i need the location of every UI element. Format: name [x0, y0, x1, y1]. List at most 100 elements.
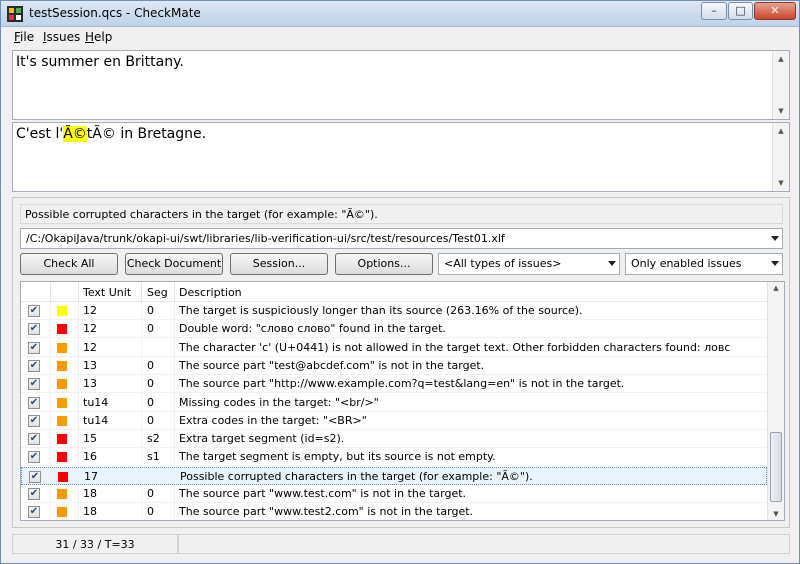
- menu-help-label: elp: [94, 30, 113, 44]
- table-row[interactable]: ✔ 17 Possible corrupted characters in the …: [21, 466, 767, 485]
- table-row[interactable]: ✔ 18 0 The source part "www.test.com" is no…: [21, 485, 767, 503]
- description-cell: The source part "www.test.com" is not in…: [179, 487, 467, 500]
- row-checkbox[interactable]: ✔: [28, 341, 40, 354]
- table-row[interactable]: ✔ 12 0 Double word: "слово слово" found in …: [21, 320, 767, 339]
- scroll-up-icon[interactable]: ▲: [773, 52, 789, 66]
- text-unit-cell: 18: [83, 487, 97, 500]
- severity-orange-icon: [57, 397, 67, 408]
- options-button[interactable]: Options...: [335, 253, 433, 275]
- text-unit-cell: 12: [83, 340, 97, 354]
- target-text-highlight: Ã©: [63, 126, 87, 142]
- table-row[interactable]: ✔ 13 0 The source part "http://www.example.…: [21, 375, 767, 394]
- checkmate-window: testSession.qcs - CheckMate – □ ✕ File I…: [0, 0, 800, 564]
- issue-type-filter[interactable]: <All types of issues>: [438, 253, 620, 275]
- row-checkbox[interactable]: ✔: [28, 488, 40, 500]
- table-header: Text Unit Seg Description: [21, 282, 767, 302]
- description-cell: Double word: "слово слово" found in the …: [179, 322, 446, 336]
- close-button[interactable]: ✕: [754, 2, 796, 20]
- description-cell: Possible corrupted characters in the tar…: [180, 469, 533, 483]
- description-cell: The source part "http://www.example.com?…: [179, 377, 625, 391]
- severity-red-icon: [57, 452, 67, 463]
- target-text-after: tÃ© in Bretagne.: [86, 126, 207, 142]
- row-checkbox[interactable]: ✔: [28, 305, 40, 317]
- row-checkbox[interactable]: ✔: [28, 359, 40, 372]
- source-text-box[interactable]: It's summer en Brittany. ▲ ▼: [12, 50, 790, 120]
- chevron-down-icon: [771, 261, 779, 266]
- row-checkbox[interactable]: ✔: [28, 396, 40, 409]
- text-unit-cell: 15: [83, 432, 97, 446]
- row-checkbox[interactable]: ✔: [28, 323, 40, 336]
- table-row[interactable]: ✔ 18 0 The source part "www.test2.com" is n…: [21, 503, 767, 520]
- table-row[interactable]: ✔ 12 The character 'с' (U+0441) is not all…: [21, 339, 767, 357]
- scroll-thumb[interactable]: [770, 432, 782, 502]
- text-unit-cell: 12: [83, 304, 97, 317]
- description-cell: Missing codes in the target: "<br/>": [179, 395, 379, 409]
- table-row[interactable]: ✔ 16 s1 The target segment is empty, but it…: [21, 448, 767, 467]
- column-seg[interactable]: Seg: [147, 286, 168, 299]
- menu-file-label: ile: [20, 30, 35, 44]
- severity-red-icon: [57, 324, 67, 335]
- scroll-up-icon[interactable]: ▲: [768, 284, 784, 292]
- document-path: /C:/OkapiJava/trunk/okapi-ui/swt/librari…: [26, 232, 505, 245]
- source-scrollbar[interactable]: ▲ ▼: [772, 51, 789, 119]
- scroll-up-icon[interactable]: ▲: [773, 124, 789, 138]
- table-scrollbar[interactable]: ▲ ▼: [767, 282, 784, 520]
- severity-orange-icon: [57, 507, 67, 518]
- seg-cell: 0: [147, 395, 154, 409]
- seg-cell: 0: [147, 358, 154, 372]
- window-title: testSession.qcs - CheckMate: [29, 6, 201, 20]
- issue-count: 31 / 33 / T=33: [12, 534, 178, 554]
- target-text-box[interactable]: C'est l'Ã©tÃ© in Bretagne. ▲ ▼: [12, 122, 790, 192]
- text-unit-cell: tu14: [83, 413, 109, 427]
- source-text: It's summer en Brittany.: [16, 54, 184, 70]
- seg-cell: 0: [147, 377, 154, 391]
- description-cell: The character 'с' (U+0441) is not allowe…: [179, 340, 731, 354]
- text-unit-cell: 18: [83, 505, 97, 519]
- check-all-button[interactable]: Check All: [20, 253, 118, 275]
- scroll-down-icon[interactable]: ▼: [773, 104, 789, 118]
- table-row[interactable]: ✔ 12 0 The target is suspiciously longer th…: [21, 302, 767, 320]
- maximize-button[interactable]: □: [728, 2, 753, 20]
- status-bar: 31 / 33 / T=33: [12, 534, 790, 554]
- row-checkbox[interactable]: ✔: [29, 470, 41, 483]
- row-checkbox[interactable]: ✔: [28, 378, 40, 391]
- table-row[interactable]: ✔ tu14 0 Extra codes in the target: "<BR>": [21, 412, 767, 430]
- scroll-down-icon[interactable]: ▼: [768, 510, 784, 518]
- title-bar[interactable]: testSession.qcs - CheckMate – □ ✕: [1, 1, 799, 27]
- table-row[interactable]: ✔ tu14 0 Missing codes in the target: "<br/…: [21, 394, 767, 412]
- description-cell: The source part "test@abcdef.com" is not…: [179, 358, 485, 372]
- text-unit-cell: 12: [83, 322, 97, 336]
- status-cell-empty: [178, 534, 790, 554]
- column-text-unit[interactable]: Text Unit: [83, 286, 131, 299]
- document-select[interactable]: /C:/OkapiJava/trunk/okapi-ui/swt/librari…: [20, 228, 783, 249]
- seg-cell: 0: [147, 322, 154, 336]
- text-unit-cell: 13: [83, 358, 97, 372]
- seg-cell: s1: [147, 450, 160, 464]
- description-cell: The source part "www.test2.com" is not i…: [179, 505, 474, 519]
- session-button[interactable]: Session...: [230, 253, 328, 275]
- row-checkbox[interactable]: ✔: [28, 506, 40, 519]
- menu-file[interactable]: File: [14, 30, 34, 44]
- chevron-down-icon: [771, 236, 779, 241]
- seg-cell: 0: [147, 304, 154, 317]
- seg-cell: 0: [147, 487, 154, 500]
- enabled-filter[interactable]: Only enabled issues: [625, 253, 783, 275]
- column-description[interactable]: Description: [179, 286, 242, 299]
- minimize-button[interactable]: –: [701, 2, 727, 20]
- row-checkbox[interactable]: ✔: [28, 433, 40, 446]
- scroll-down-icon[interactable]: ▼: [773, 176, 789, 190]
- target-scrollbar[interactable]: ▲ ▼: [772, 123, 789, 191]
- severity-red-icon: [58, 471, 68, 482]
- table-row[interactable]: ✔ 15 s2 Extra target segment (id=s2).: [21, 430, 767, 449]
- issues-panel: Possible corrupted characters in the tar…: [12, 197, 790, 528]
- severity-red-icon: [57, 434, 67, 445]
- row-checkbox[interactable]: ✔: [28, 414, 40, 427]
- menu-issues[interactable]: Issues: [43, 30, 80, 44]
- check-document-button[interactable]: Check Document: [125, 253, 223, 275]
- table-row[interactable]: ✔ 13 0 The source part "test@abcdef.com" is…: [21, 357, 767, 375]
- issues-table: Text Unit Seg Description ✔ 12 0 The target…: [20, 281, 785, 521]
- description-cell: The target segment is empty, but its sou…: [179, 450, 496, 464]
- seg-cell: 0: [147, 413, 154, 427]
- row-checkbox[interactable]: ✔: [28, 451, 40, 464]
- menu-help[interactable]: Help: [85, 30, 112, 44]
